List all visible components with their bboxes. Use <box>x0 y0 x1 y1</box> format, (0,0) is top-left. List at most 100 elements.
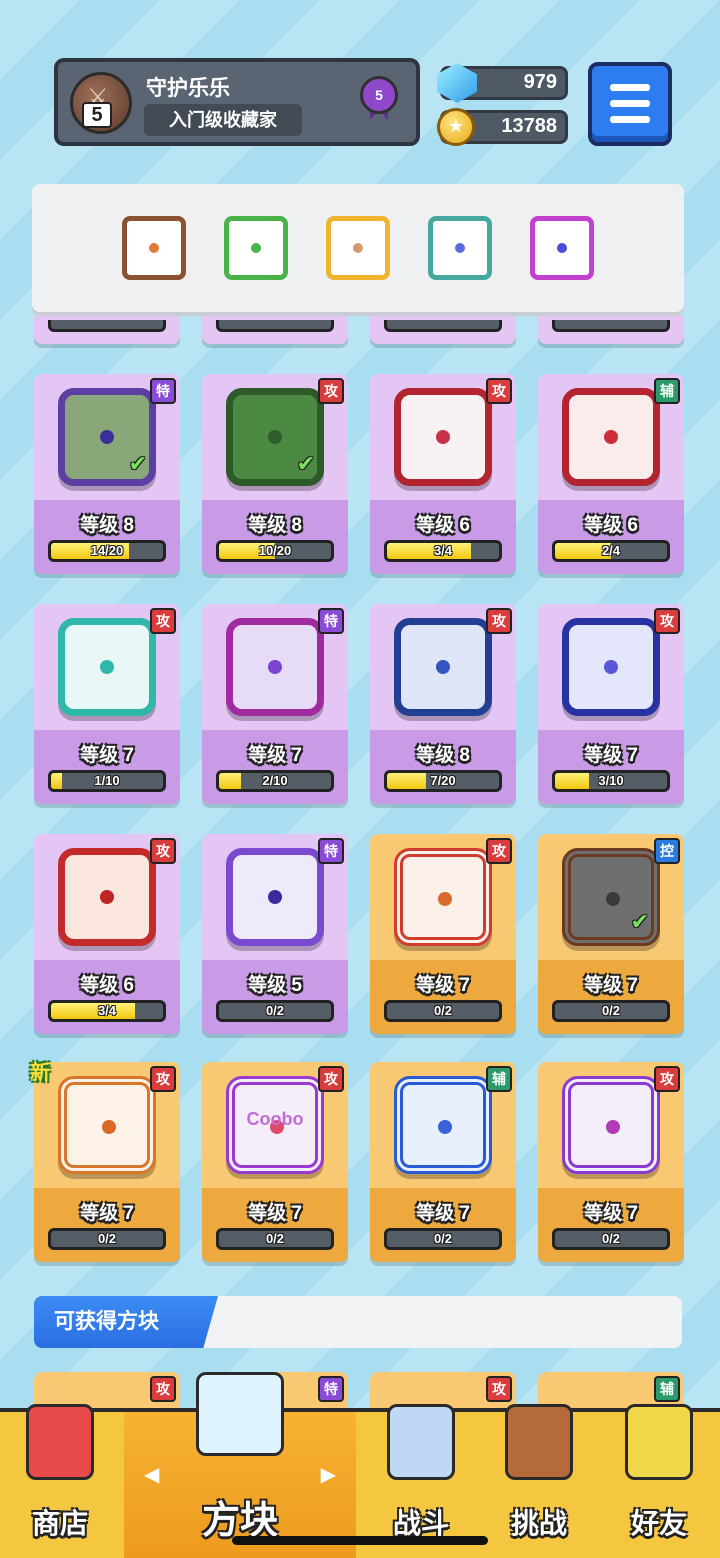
dice-face-icon <box>394 848 492 946</box>
progress-text: 7/20 <box>430 773 456 788</box>
dice-card[interactable]: 攻等级 6 3/4 <box>34 834 180 1034</box>
dice-box-icon <box>196 1372 284 1456</box>
dice-pip <box>100 890 114 904</box>
dice-level-label: 等级 7 <box>80 1203 134 1224</box>
progress-text: 0/2 <box>601 1003 621 1018</box>
deck-slot-dragon-earth-dice[interactable] <box>122 216 186 280</box>
dice-pip <box>604 430 618 444</box>
dice-type-tag: 攻 <box>150 1066 176 1092</box>
dice-card[interactable]: 攻 新等级 7 0/2 <box>30 1062 180 1262</box>
dice-level-label: 等级 7 <box>80 745 134 766</box>
dice-card[interactable]: 攻等级 7 1/10 <box>34 604 180 804</box>
deck-slot-sun-dice[interactable] <box>326 216 390 280</box>
upgrade-progress-bar: 10/20 <box>216 540 334 562</box>
dice-card[interactable]: 特等级 7 2/10 <box>202 604 348 804</box>
dice-card[interactable]: 攻等级 6 3/4 <box>370 374 516 574</box>
progress-text: 0/2 <box>97 1231 117 1246</box>
dice-face-icon <box>562 1076 660 1174</box>
dice-face-icon <box>394 1076 492 1174</box>
player-title-badge: 入门级收藏家 <box>144 104 302 136</box>
nav-challenge[interactable]: 挑战 <box>480 1404 598 1558</box>
dice-type-tag: 控 <box>654 838 680 864</box>
deck-slot-healing-dice[interactable] <box>428 216 492 280</box>
dice-card[interactable]: 攻等级 8 7/20 <box>370 604 516 804</box>
upgrade-progress-bar: 0/2 <box>384 1228 502 1250</box>
gold-counter[interactable]: ★ 13788 <box>437 108 568 146</box>
dice-face-icon <box>226 848 324 946</box>
dice-card-partial[interactable] <box>538 316 684 344</box>
battle-shield-icon <box>387 1404 455 1480</box>
deck-slot-rainbow-dice[interactable] <box>530 216 594 280</box>
upgrade-progress-bar: 3/10 <box>552 770 670 792</box>
dice-type-tag: 攻 <box>150 838 176 864</box>
progress-text: 2/4 <box>601 543 621 558</box>
next-arrow-icon[interactable]: ▶ <box>321 1462 336 1486</box>
dice-face-icon: ✔ <box>58 388 156 486</box>
dice-type-tag: 特 <box>150 378 176 404</box>
upgrade-progress-bar: 0/2 <box>216 1228 334 1250</box>
dice-face-icon: Coobo <box>226 1076 324 1174</box>
dice-face-icon: ✔ <box>226 388 324 486</box>
equipped-check-icon: ✔ <box>128 452 147 477</box>
home-indicator <box>232 1536 488 1545</box>
gem-counter[interactable]: 979 <box>437 63 568 103</box>
challenge-board-icon <box>505 1404 573 1480</box>
dice-level-label: 等级 6 <box>584 515 638 536</box>
dice-card[interactable]: 攻等级 7 0/2 <box>370 834 516 1034</box>
dice-pip <box>268 430 282 444</box>
dice-card-partial[interactable] <box>34 316 180 344</box>
dice-type-tag: 攻 <box>654 608 680 634</box>
dice-pip <box>268 660 282 674</box>
new-badge: 新 <box>30 1062 50 1084</box>
dice-type-tag: 特 <box>318 608 344 634</box>
prev-arrow-icon[interactable]: ◀ <box>144 1462 159 1486</box>
dice-card[interactable]: ✔ 攻等级 8 10/20 <box>202 374 348 574</box>
menu-button[interactable] <box>588 62 672 146</box>
progress-text: 3/4 <box>433 543 453 558</box>
dice-card[interactable]: 特等级 5 0/2 <box>202 834 348 1034</box>
dice-type-tag: 攻 <box>486 608 512 634</box>
dice-level-label: 等级 7 <box>584 745 638 766</box>
dice-card[interactable]: 辅等级 6 2/4 <box>538 374 684 574</box>
dice-card[interactable]: Coobo 攻等级 7 0/2 <box>202 1062 348 1262</box>
rank-medal-icon[interactable]: 5 <box>360 76 398 114</box>
dice-face-icon <box>562 388 660 486</box>
dice-card[interactable]: 辅等级 7 0/2 <box>370 1062 516 1262</box>
hamburger-icon <box>610 116 650 123</box>
progress-text: 0/2 <box>265 1003 285 1018</box>
nav-friends[interactable]: 好友 <box>598 1404 720 1558</box>
dice-face-icon: ✔ <box>562 848 660 946</box>
dice-level-label: 等级 7 <box>248 1203 302 1224</box>
dice-card[interactable]: ✔ 特等级 8 14/20 <box>34 374 180 574</box>
dice-type-tag: 攻 <box>318 378 344 404</box>
equipped-check-icon: ✔ <box>296 452 315 477</box>
upgrade-progress-bar: 2/4 <box>552 540 670 562</box>
dice-card[interactable]: ✔ 控等级 7 0/2 <box>538 834 684 1034</box>
gem-count: 979 <box>523 71 557 93</box>
player-profile-panel[interactable]: ⚔ 5 守护乐乐 入门级收藏家 5 <box>54 58 420 146</box>
dice-card[interactable]: 攻等级 7 0/2 <box>538 1062 684 1262</box>
deck-slot-radiation-dice[interactable] <box>224 216 288 280</box>
gold-count: 13788 <box>501 115 557 137</box>
dice-level-label: 等级 7 <box>584 1203 638 1224</box>
dice-pip <box>251 243 261 253</box>
dice-pip <box>353 243 363 253</box>
player-username: 守护乐乐 <box>146 77 230 100</box>
upgrade-progress-bar: 3/4 <box>48 1000 166 1022</box>
dice-card[interactable]: 攻等级 7 3/10 <box>538 604 684 804</box>
shop-icon <box>26 1404 94 1480</box>
dice-type-tag: 辅 <box>654 378 680 404</box>
dice-type-tag: 攻 <box>654 1066 680 1092</box>
friends-icon <box>625 1404 693 1480</box>
dice-card-partial[interactable] <box>370 316 516 344</box>
progress-text: 0/2 <box>265 1231 285 1246</box>
dice-type-tag: 攻 <box>150 608 176 634</box>
dice-level-label: 等级 7 <box>248 745 302 766</box>
nav-shop[interactable]: 商店 <box>0 1404 120 1558</box>
dice-face-icon <box>226 618 324 716</box>
equipped-deck-panel <box>32 184 684 312</box>
player-level-badge: 5 <box>82 102 112 128</box>
dice-card-partial[interactable] <box>202 316 348 344</box>
upgrade-progress-bar: 0/2 <box>216 1000 334 1022</box>
progress-bar <box>384 320 502 332</box>
